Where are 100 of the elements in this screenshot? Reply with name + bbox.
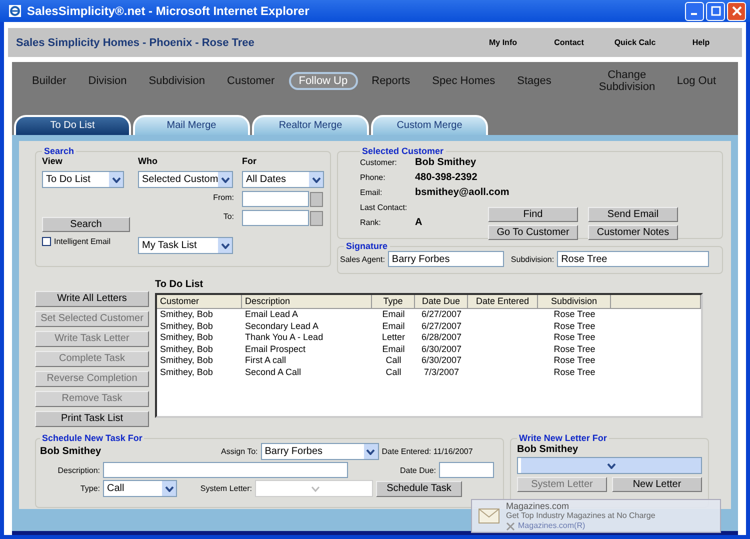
table-cell-text: Secondary Lead A	[244, 320, 320, 332]
nav-item[interactable]: Reports	[364, 74, 418, 88]
table-cell-text: 6/28/2007	[420, 332, 463, 344]
envelope-icon	[478, 508, 500, 524]
caret-icon	[162, 481, 176, 496]
table-cell-text: Email	[381, 344, 406, 355]
action-button[interactable]: Write All Letters	[35, 291, 149, 307]
maximize-icon[interactable]	[706, 2, 725, 20]
field-label: From:	[213, 193, 234, 202]
section-title: Schedule New Task For	[41, 433, 144, 443]
nav-item[interactable]: Customer	[219, 74, 283, 88]
date-picker-button[interactable]	[310, 192, 323, 206]
table-cell-text: Email Lead A	[244, 309, 300, 320]
date-due-field[interactable]	[439, 462, 494, 478]
action-button[interactable]: Print Task List	[35, 411, 149, 427]
field-value: A	[415, 217, 422, 228]
table-cell-text: Smithey, Bob	[159, 366, 214, 378]
field-label: Date Due:	[398, 466, 436, 474]
sales-agent-field[interactable]: Barry Forbes	[388, 251, 504, 267]
ad-tagline: Get Top Industry Magazines at No Charge	[506, 511, 656, 521]
checkbox-label: Intelligent Email	[54, 237, 110, 246]
letter-button[interactable]: New Letter	[612, 477, 702, 492]
field-label: Description:	[56, 466, 100, 474]
table-cell-text: Smithey, Bob	[159, 309, 214, 320]
column-header[interactable]: Type	[372, 295, 415, 309]
table-cell-text: Smithey, Bob	[159, 344, 214, 355]
nav-item[interactable]: Builder	[24, 74, 74, 88]
tab[interactable]: To Do List	[14, 115, 131, 135]
table-cell-text: 6/27/2007	[420, 320, 463, 332]
table-cell-text: Rose Tree	[552, 355, 596, 366]
field-label: For	[242, 156, 256, 166]
header-link[interactable]: Contact	[536, 38, 602, 47]
field-value: 480-398-2392	[415, 172, 478, 183]
table-cell-text: Rose Tree	[552, 366, 596, 378]
field-label: Assign To:	[221, 447, 258, 456]
field-label: To:	[223, 212, 234, 221]
nav-item[interactable]: Change Subdivision	[590, 68, 663, 94]
nav-item[interactable]: Spec Homes	[424, 74, 504, 88]
view-dropdown[interactable]: To Do List	[42, 171, 124, 188]
table-cell-text: 6/30/2007	[420, 355, 463, 366]
table-cell-text: Call	[384, 355, 402, 366]
nav-item[interactable]: Stages	[509, 74, 560, 88]
caret-icon	[309, 172, 323, 187]
table-cell-text: 6/30/2007	[420, 344, 463, 355]
nav-item[interactable]: Log Out	[668, 74, 724, 88]
table-cell-text: 7/3/2007	[422, 366, 460, 378]
action-button[interactable]: Find	[488, 207, 578, 222]
schedule-task-button[interactable]: Schedule Task	[376, 480, 462, 496]
section-title: Signature	[345, 241, 389, 251]
system-letter-dropdown[interactable]	[255, 480, 373, 497]
table-cell-text: 6/27/2007	[420, 309, 463, 320]
close-icon[interactable]	[506, 522, 515, 530]
action-button[interactable]: Send Email	[588, 207, 678, 222]
field-label: Who	[138, 156, 158, 166]
field-label: Email:	[360, 187, 384, 199]
site-title: Sales Simplicity Homes - Phoenix - Rose Tree	[16, 36, 254, 48]
field-label: System Letter:	[199, 484, 252, 493]
type-dropdown[interactable]: Call	[103, 480, 177, 497]
table-cell-text: Rose Tree	[552, 309, 596, 320]
assign-to-dropdown[interactable]: Barry Forbes	[260, 443, 379, 460]
field-label: View	[42, 156, 62, 166]
header-link[interactable]: My Info	[470, 38, 536, 47]
tab[interactable]: Mail Merge	[133, 115, 250, 135]
ad-title: Magazines.com	[506, 501, 570, 511]
to-date-field[interactable]	[242, 210, 309, 226]
header-link[interactable]: Help	[668, 38, 734, 47]
who-dropdown[interactable]: Selected Custom	[138, 171, 233, 188]
tab[interactable]: Realtor Merge	[252, 115, 369, 135]
subdivision-field[interactable]: Rose Tree	[557, 251, 710, 267]
nav-item[interactable]: Division	[80, 74, 135, 88]
table-cell-text: Thank You A - Lead	[244, 332, 324, 344]
from-date-field[interactable]	[242, 191, 309, 207]
nav-item[interactable]: Follow Up	[288, 72, 358, 90]
table-cell-text: Email	[381, 309, 406, 320]
task-list-dropdown[interactable]: My Task List	[138, 237, 233, 254]
field-label: Phone:	[360, 172, 386, 184]
date-picker-button[interactable]	[310, 210, 323, 226]
table-cell-text: First A call	[244, 355, 288, 366]
table-cell-text: Second A Call	[244, 366, 302, 378]
nav-item[interactable]: Subdivision	[140, 74, 214, 88]
field-label: Customer:	[360, 157, 398, 169]
column-header[interactable]: Customer	[157, 295, 242, 309]
description-field[interactable]	[103, 462, 348, 478]
column-header[interactable]: Subdivision	[538, 295, 611, 309]
search-button[interactable]: Search	[42, 217, 130, 232]
table-cell-text: Smithey, Bob	[159, 332, 214, 344]
column-header[interactable]: Date Due	[415, 295, 468, 309]
minimize-icon[interactable]	[685, 2, 704, 20]
action-button[interactable]: Customer Notes	[588, 225, 678, 240]
date-range-dropdown[interactable]: All Dates	[242, 171, 324, 188]
table-cell-text: Smithey, Bob	[159, 355, 214, 366]
checkbox[interactable]	[42, 237, 51, 246]
letter-dropdown[interactable]	[517, 457, 702, 474]
column-header[interactable]: Description	[242, 295, 372, 309]
action-button[interactable]: Go To Customer	[488, 225, 578, 240]
field-label: Sales Agent:	[340, 254, 385, 264]
tab[interactable]: Custom Merge	[371, 115, 488, 135]
header-link[interactable]: Quick Calc	[602, 38, 668, 47]
column-header[interactable]: Date Entered	[468, 295, 538, 309]
table-cell-text: Letter	[380, 332, 406, 344]
